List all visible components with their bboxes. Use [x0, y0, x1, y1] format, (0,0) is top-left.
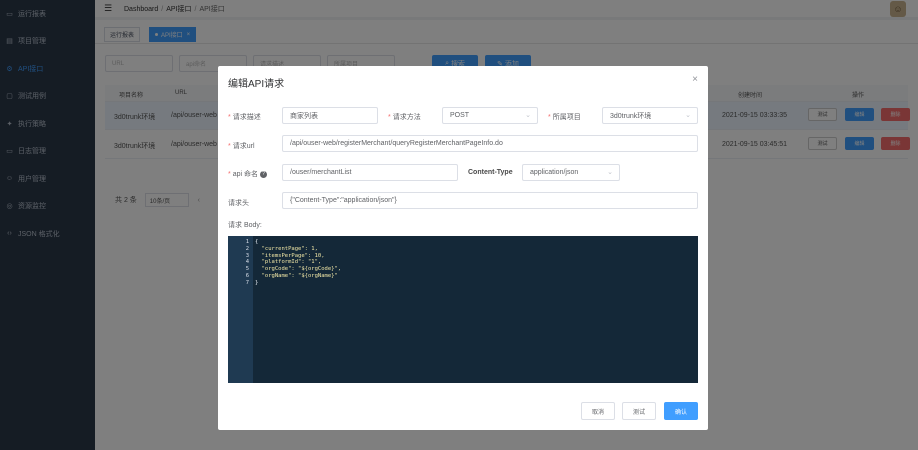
help-icon[interactable]: ?	[260, 170, 268, 178]
line-number: 7	[245, 279, 249, 286]
code-lines: { "currentPage": 1, "itemsPerPage": 10, …	[253, 236, 341, 383]
code-line: "orgCode": "${orgCode}",	[255, 266, 342, 273]
cancel-button[interactable]: 取消	[581, 402, 615, 420]
method-select[interactable]: POST ⌄	[442, 107, 538, 124]
line-number: 6	[245, 272, 249, 279]
chevron-down-icon: ⌄	[607, 169, 613, 176]
code-line: }	[255, 279, 259, 286]
project-label: * 所属项目	[548, 114, 581, 121]
line-number: 5	[245, 266, 249, 273]
chevron-down-icon: ⌄	[685, 112, 691, 119]
header-label: 请求头	[228, 200, 249, 207]
code-line: "currentPage": 1,	[255, 245, 318, 252]
body-code-editor[interactable]: 1 2 3 4 5 6 7 { "currentPage": 1, "items…	[228, 236, 698, 383]
line-number-gutter: 1 2 3 4 5 6 7	[228, 236, 253, 383]
desc-label: * 请求描述	[228, 114, 261, 121]
api-name-label: * api 命名?	[228, 169, 268, 179]
url-input[interactable]: /api/ouser-web/registerMerchant/queryReg…	[282, 135, 698, 152]
line-number: 3	[245, 252, 249, 259]
project-select[interactable]: 3d0trunk环境 ⌄	[602, 107, 698, 124]
chevron-down-icon: ⌄	[525, 112, 531, 119]
code-line: "orgName": "${orgName}"	[255, 272, 338, 279]
line-number: 4	[245, 259, 249, 266]
line-number: 1	[245, 239, 249, 245]
code-line: "platformId": "1",	[255, 259, 322, 266]
confirm-button[interactable]: 确认	[664, 402, 698, 420]
test-request-button[interactable]: 测试	[622, 402, 656, 420]
body-label: 请求 Body:	[228, 222, 262, 229]
close-icon[interactable]: ×	[692, 74, 698, 85]
code-line: {	[255, 239, 259, 245]
line-number: 2	[245, 245, 249, 252]
method-label: * 请求方法	[388, 114, 421, 121]
header-input[interactable]: {"Content-Type":"application/json"}	[282, 192, 698, 209]
content-type-label: Content-Type	[468, 169, 513, 176]
url-label: * 请求url	[228, 143, 255, 150]
desc-input[interactable]: 商家列表	[282, 107, 378, 124]
content-type-select[interactable]: application/json ⌄	[522, 164, 620, 181]
api-name-input[interactable]: /ouser/merchantList	[282, 164, 458, 181]
dialog-title: 编辑API请求	[228, 79, 285, 90]
edit-api-dialog: 编辑API请求 × * 请求描述 商家列表 * 请求方法 POST ⌄ * 所属项目 3…	[218, 66, 708, 430]
code-line: "itemsPerPage": 10,	[255, 252, 325, 259]
